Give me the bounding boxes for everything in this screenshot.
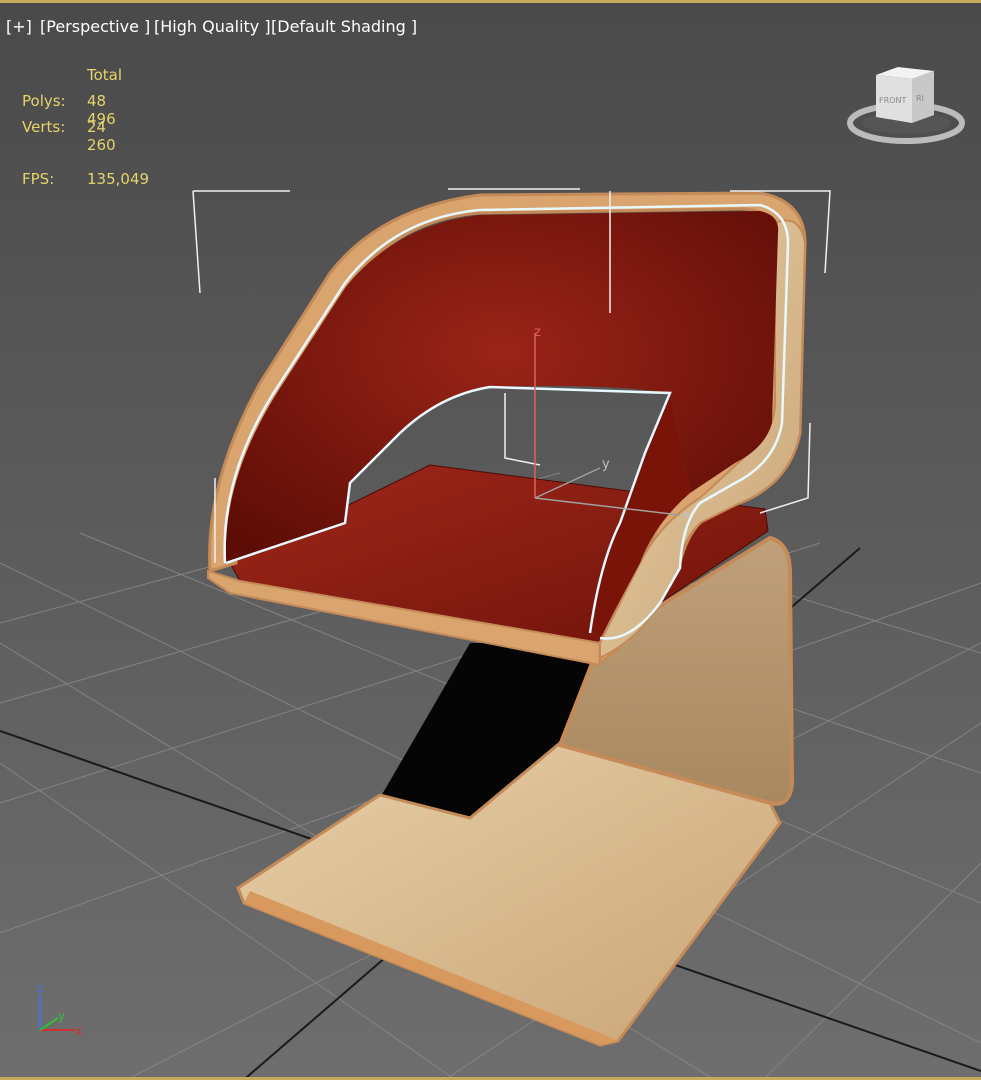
perspective-viewport[interactable]: [+] [Perspective ] [High Quality ] [Defa… bbox=[0, 0, 981, 1080]
axis-tripod: z y x bbox=[37, 981, 82, 1038]
gizmo-z-label: z bbox=[534, 325, 541, 340]
tripod-y-label: y bbox=[58, 1009, 65, 1023]
scene-canvas[interactable]: z y x bbox=[0, 3, 981, 1080]
chair-base bbox=[236, 741, 782, 1047]
tripod-x-label: x bbox=[75, 1024, 82, 1038]
gizmo-x-label: x bbox=[682, 508, 690, 523]
tripod-z-label: z bbox=[37, 981, 43, 995]
gizmo-y-label: y bbox=[602, 457, 610, 472]
viewcube-front-label: FRONT bbox=[879, 96, 906, 105]
viewcube-right-label: RI bbox=[916, 94, 924, 103]
viewcube[interactable]: FRONT RI bbox=[846, 65, 966, 149]
